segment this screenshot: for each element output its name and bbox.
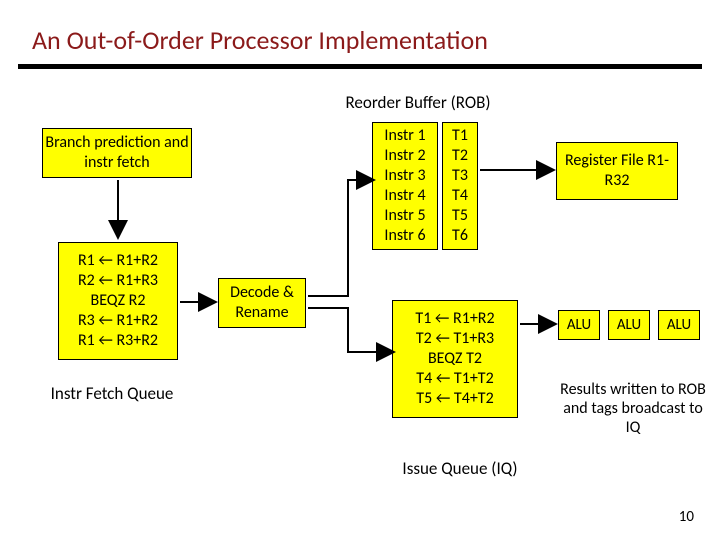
fetch-code-line: R1 ← R1+R2 xyxy=(78,251,158,271)
rob-instr-line: Instr 6 xyxy=(384,226,425,246)
rob-instr-line: Instr 3 xyxy=(384,166,425,186)
branch-predict-text: Branch prediction and instr fetch xyxy=(43,133,191,173)
alu-text: ALU xyxy=(667,316,691,335)
title-rule xyxy=(18,64,702,69)
rob-label: Reorder Buffer (ROB) xyxy=(338,92,498,113)
rob-tag-line: T1 xyxy=(452,126,468,146)
iq-code-line: BEQZ T2 xyxy=(428,349,482,369)
rob-instr-line: Instr 1 xyxy=(384,126,425,146)
alu-text: ALU xyxy=(567,316,591,335)
arrow-rob-to-rf xyxy=(480,164,558,176)
fetch-code-line: R1 ← R3+R2 xyxy=(78,331,158,351)
results-label: Results written to ROB and tags broadcas… xyxy=(558,380,708,438)
fetch-code-line: BEQZ R2 xyxy=(91,291,146,311)
arrow-decode-to-iq xyxy=(308,302,398,364)
rob-instr-line: Instr 5 xyxy=(384,206,425,226)
fetch-code-line: R3 ← R1+R2 xyxy=(78,311,158,331)
fetchq-label: Instr Fetch Queue xyxy=(32,383,192,404)
rob-tag-line: T5 xyxy=(452,206,468,226)
decode-box: Decode & Rename xyxy=(218,278,306,328)
rob-tag-box: T1 T2 T3 T4 T5 T6 xyxy=(442,122,478,250)
rob-tag-line: T2 xyxy=(452,146,468,166)
iq-code-line: T5 ← T4+T2 xyxy=(416,389,493,409)
issue-queue-box: T1 ← R1+R2 T2 ← T1+R3 BEQZ T2 T4 ← T1+T2… xyxy=(392,300,518,418)
branch-predict-box: Branch prediction and instr fetch xyxy=(42,128,192,178)
register-file-box: Register File R1-R32 xyxy=(556,142,678,200)
alu-text: ALU xyxy=(617,316,641,335)
fetch-code-box: R1 ← R1+R2 R2 ← R1+R3 BEQZ R2 R3 ← R1+R2… xyxy=(58,242,178,360)
rob-tag-line: T6 xyxy=(452,226,468,246)
arrow-bp-to-code xyxy=(108,180,128,242)
arrow-code-to-decode xyxy=(180,296,220,308)
rob-instr-line: Instr 2 xyxy=(384,146,425,166)
register-file-text: Register File R1-R32 xyxy=(557,151,677,191)
alu-box: ALU xyxy=(608,310,650,340)
page-number: 10 xyxy=(679,508,694,526)
iq-code-line: T1 ← R1+R2 xyxy=(415,309,494,329)
rob-instr-box: Instr 1 Instr 2 Instr 3 Instr 4 Instr 5 … xyxy=(372,122,438,250)
iq-label: Issue Queue (IQ) xyxy=(380,458,540,479)
rob-tag-line: T4 xyxy=(452,186,468,206)
rob-tag-line: T3 xyxy=(452,166,468,186)
fetch-code-line: R2 ← R1+R3 xyxy=(78,271,158,291)
iq-code-line: T2 ← T1+R3 xyxy=(416,329,494,349)
slide-title: An Out-of-Order Processor Implementation xyxy=(32,24,488,56)
iq-code-line: T4 ← T1+T2 xyxy=(416,369,493,389)
alu-box: ALU xyxy=(558,310,600,340)
decode-text: Decode & Rename xyxy=(219,283,305,323)
alu-box: ALU xyxy=(658,310,700,340)
arrow-iq-to-alu xyxy=(520,318,560,330)
arrow-decode-to-rob xyxy=(308,120,378,302)
rob-instr-line: Instr 4 xyxy=(384,186,425,206)
